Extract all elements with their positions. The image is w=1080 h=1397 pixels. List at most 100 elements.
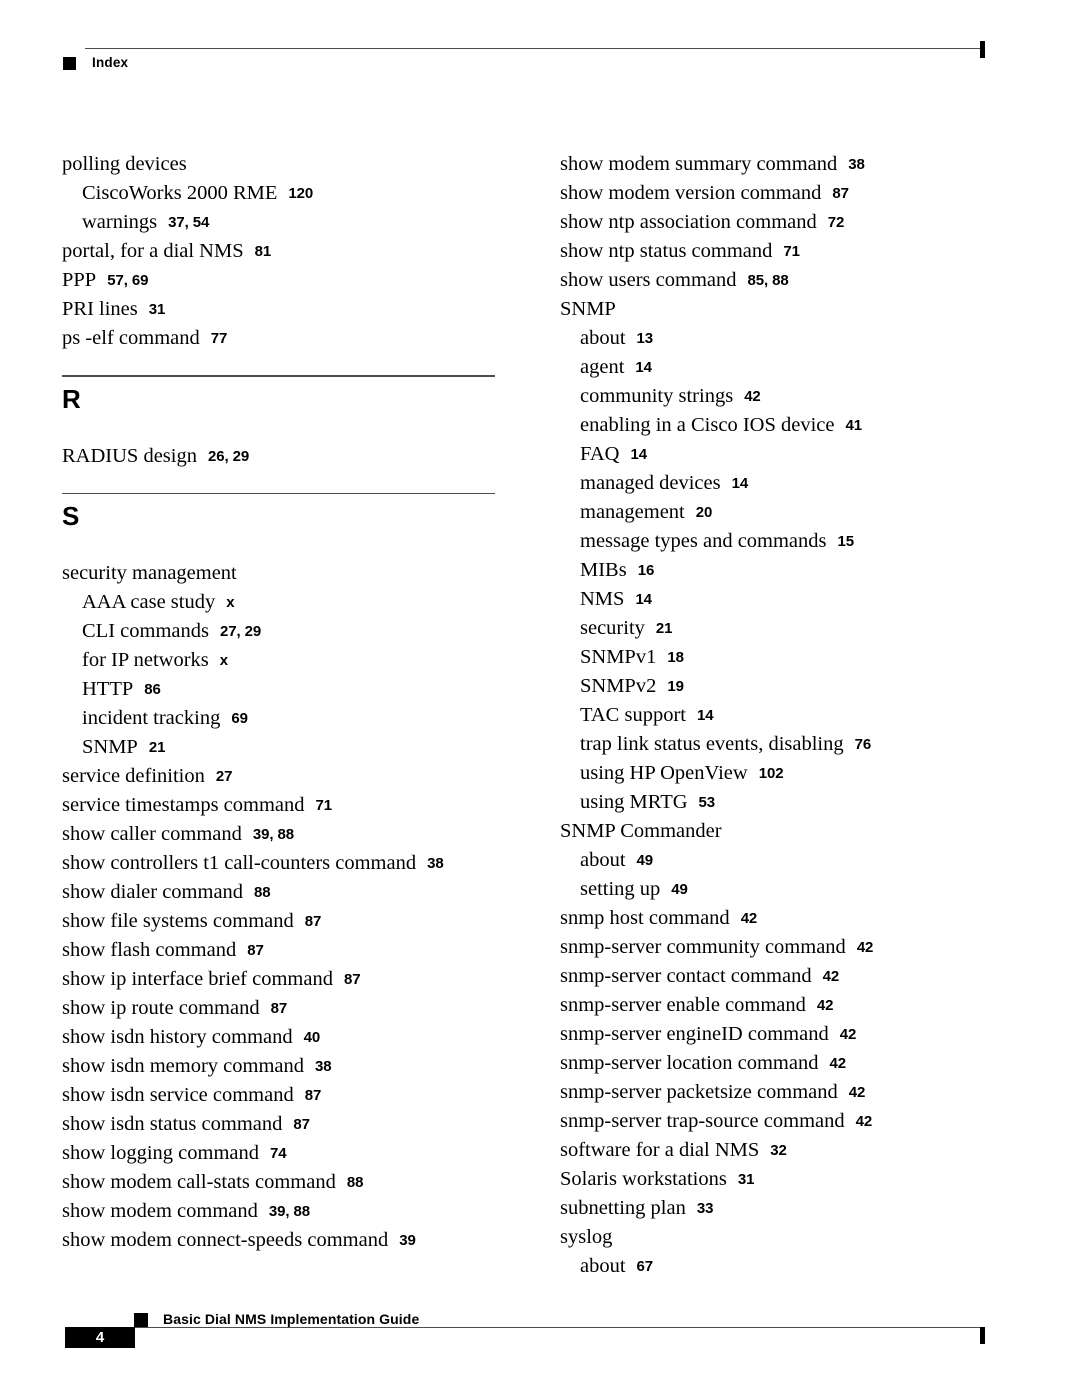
- index-entry-pages[interactable]: 102: [759, 765, 784, 782]
- index-entry-pages[interactable]: x: [226, 594, 234, 611]
- index-entry-pages[interactable]: 13: [637, 330, 654, 347]
- index-entry-pages[interactable]: 14: [635, 591, 652, 608]
- index-entry: show modem summary command 38: [560, 150, 1010, 179]
- index-entry-pages[interactable]: 38: [848, 156, 865, 173]
- index-entry-pages[interactable]: 71: [316, 797, 333, 814]
- index-entry-pages[interactable]: 39: [399, 1232, 416, 1249]
- index-entry-pages[interactable]: 42: [849, 1084, 866, 1101]
- index-entry-pages[interactable]: 42: [741, 910, 758, 927]
- index-entry: MIBs 16: [560, 556, 1010, 585]
- index-entry-pages[interactable]: 21: [149, 739, 166, 756]
- index-entry: managed devices 14: [560, 469, 1010, 498]
- index-entry-pages[interactable]: 39, 88: [269, 1203, 310, 1220]
- index-entry: warnings 37, 54: [62, 208, 512, 237]
- index-entry-pages[interactable]: 27: [216, 768, 233, 785]
- index-entry-pages[interactable]: 19: [667, 678, 684, 695]
- index-entry-term: CiscoWorks 2000 RME: [82, 182, 278, 204]
- index-entry-pages[interactable]: 31: [149, 301, 166, 318]
- index-entry-pages[interactable]: 26, 29: [208, 448, 249, 465]
- index-entry-pages[interactable]: 42: [817, 997, 834, 1014]
- index-entry-term: enabling in a Cisco IOS device: [580, 414, 835, 436]
- index-entry-pages[interactable]: 77: [211, 330, 228, 347]
- index-entry-pages[interactable]: 31: [738, 1171, 755, 1188]
- index-entry: using MRTG 53: [560, 788, 1010, 817]
- index-entry-pages[interactable]: 38: [427, 855, 444, 872]
- index-entry-pages[interactable]: 42: [823, 968, 840, 985]
- index-entry-pages[interactable]: x: [220, 652, 228, 669]
- index-entry-pages[interactable]: 21: [656, 620, 673, 637]
- index-entry-pages[interactable]: 14: [697, 707, 714, 724]
- index-entry-term: AAA case study: [82, 591, 216, 613]
- index-entry-pages[interactable]: 88: [254, 884, 271, 901]
- index-entry-pages[interactable]: 87: [247, 942, 264, 959]
- index-entry-term: ps -elf command: [62, 327, 200, 349]
- index-entry-pages[interactable]: 87: [344, 971, 361, 988]
- index-entry-pages[interactable]: 15: [838, 533, 855, 550]
- index-entry-pages[interactable]: 42: [857, 939, 874, 956]
- index-entry-term: service timestamps command: [62, 794, 305, 816]
- index-entry-term: message types and commands: [580, 530, 827, 552]
- index-entry-pages[interactable]: 53: [699, 794, 716, 811]
- index-entry-pages[interactable]: 32: [770, 1142, 787, 1159]
- index-entry: service timestamps command 71: [62, 791, 512, 820]
- index-entry-pages[interactable]: 49: [637, 852, 654, 869]
- index-entry-pages[interactable]: 33: [697, 1200, 714, 1217]
- index-entry-pages[interactable]: 20: [696, 504, 713, 521]
- index-entry-pages[interactable]: 41: [845, 417, 862, 434]
- index-entry-pages[interactable]: 87: [271, 1000, 288, 1017]
- page-footer: [0, 1300, 1080, 1397]
- index-entry-pages[interactable]: 42: [840, 1026, 857, 1043]
- index-entry-pages[interactable]: 85, 88: [748, 272, 789, 289]
- index-entry-pages[interactable]: 16: [638, 562, 655, 579]
- index-entry-pages[interactable]: 14: [631, 446, 648, 463]
- index-entry-term: show isdn history command: [62, 1026, 293, 1048]
- index-entry-pages[interactable]: 76: [855, 736, 872, 753]
- index-entry-pages[interactable]: 14: [732, 475, 749, 492]
- index-entry-pages[interactable]: 49: [671, 881, 688, 898]
- index-entry-term: show modem version command: [560, 182, 822, 204]
- index-entry-pages[interactable]: 120: [288, 185, 313, 202]
- index-entry-pages[interactable]: 71: [783, 243, 800, 260]
- index-entry-term: snmp-server location command: [560, 1052, 819, 1074]
- index-entry: show modem call-stats command 88: [62, 1168, 512, 1197]
- index-entry-pages[interactable]: 27, 29: [220, 623, 261, 640]
- index-entry-pages[interactable]: 57, 69: [107, 272, 148, 289]
- index-entry: ps -elf command 77: [62, 324, 512, 353]
- index-entry-term: management: [580, 501, 685, 523]
- index-entry-pages[interactable]: 42: [744, 388, 761, 405]
- index-entry: show ip interface brief command 87: [62, 965, 512, 994]
- index-entry-pages[interactable]: 87: [305, 913, 322, 930]
- index-entry: trap link status events, disabling 76: [560, 730, 1010, 759]
- index-entry-pages[interactable]: 87: [293, 1116, 310, 1133]
- index-entry-term: security: [580, 617, 645, 639]
- index-entry: snmp-server community command 42: [560, 933, 1010, 962]
- index-entry-pages[interactable]: 14: [635, 359, 652, 376]
- index-entry-pages[interactable]: 40: [304, 1029, 321, 1046]
- index-entry-pages[interactable]: 69: [231, 710, 248, 727]
- index-entry-pages[interactable]: 74: [270, 1145, 287, 1162]
- index-entry-pages[interactable]: 42: [829, 1055, 846, 1072]
- index-entry-pages[interactable]: 87: [305, 1087, 322, 1104]
- index-entry-pages[interactable]: 18: [667, 649, 684, 666]
- index-entry: about 67: [560, 1252, 1010, 1281]
- index-entry: show flash command 87: [62, 936, 512, 965]
- index-entry-term: portal, for a dial NMS: [62, 240, 244, 262]
- index-entry-term: using HP OpenView: [580, 762, 748, 784]
- index-entry-pages[interactable]: 37, 54: [168, 214, 209, 231]
- index-entry: show isdn history command 40: [62, 1023, 512, 1052]
- index-entry-term: using MRTG: [580, 791, 688, 813]
- index-entry-pages[interactable]: 81: [255, 243, 272, 260]
- index-entry-pages[interactable]: 88: [347, 1174, 364, 1191]
- index-entry-pages[interactable]: 67: [637, 1258, 654, 1275]
- index-entry-term: syslog: [560, 1226, 613, 1248]
- index-entry-pages[interactable]: 86: [144, 681, 161, 698]
- index-entry-pages[interactable]: 72: [828, 214, 845, 231]
- index-entry-term: setting up: [580, 878, 661, 900]
- index-entry-pages[interactable]: 39, 88: [253, 826, 294, 843]
- footer-crop-tick-icon: [980, 1327, 985, 1344]
- index-entry-pages[interactable]: 42: [856, 1113, 873, 1130]
- index-entry-pages[interactable]: 38: [315, 1058, 332, 1075]
- index-entry: service definition 27: [62, 762, 512, 791]
- index-entry-pages[interactable]: 87: [832, 185, 849, 202]
- index-entry-term: managed devices: [580, 472, 721, 494]
